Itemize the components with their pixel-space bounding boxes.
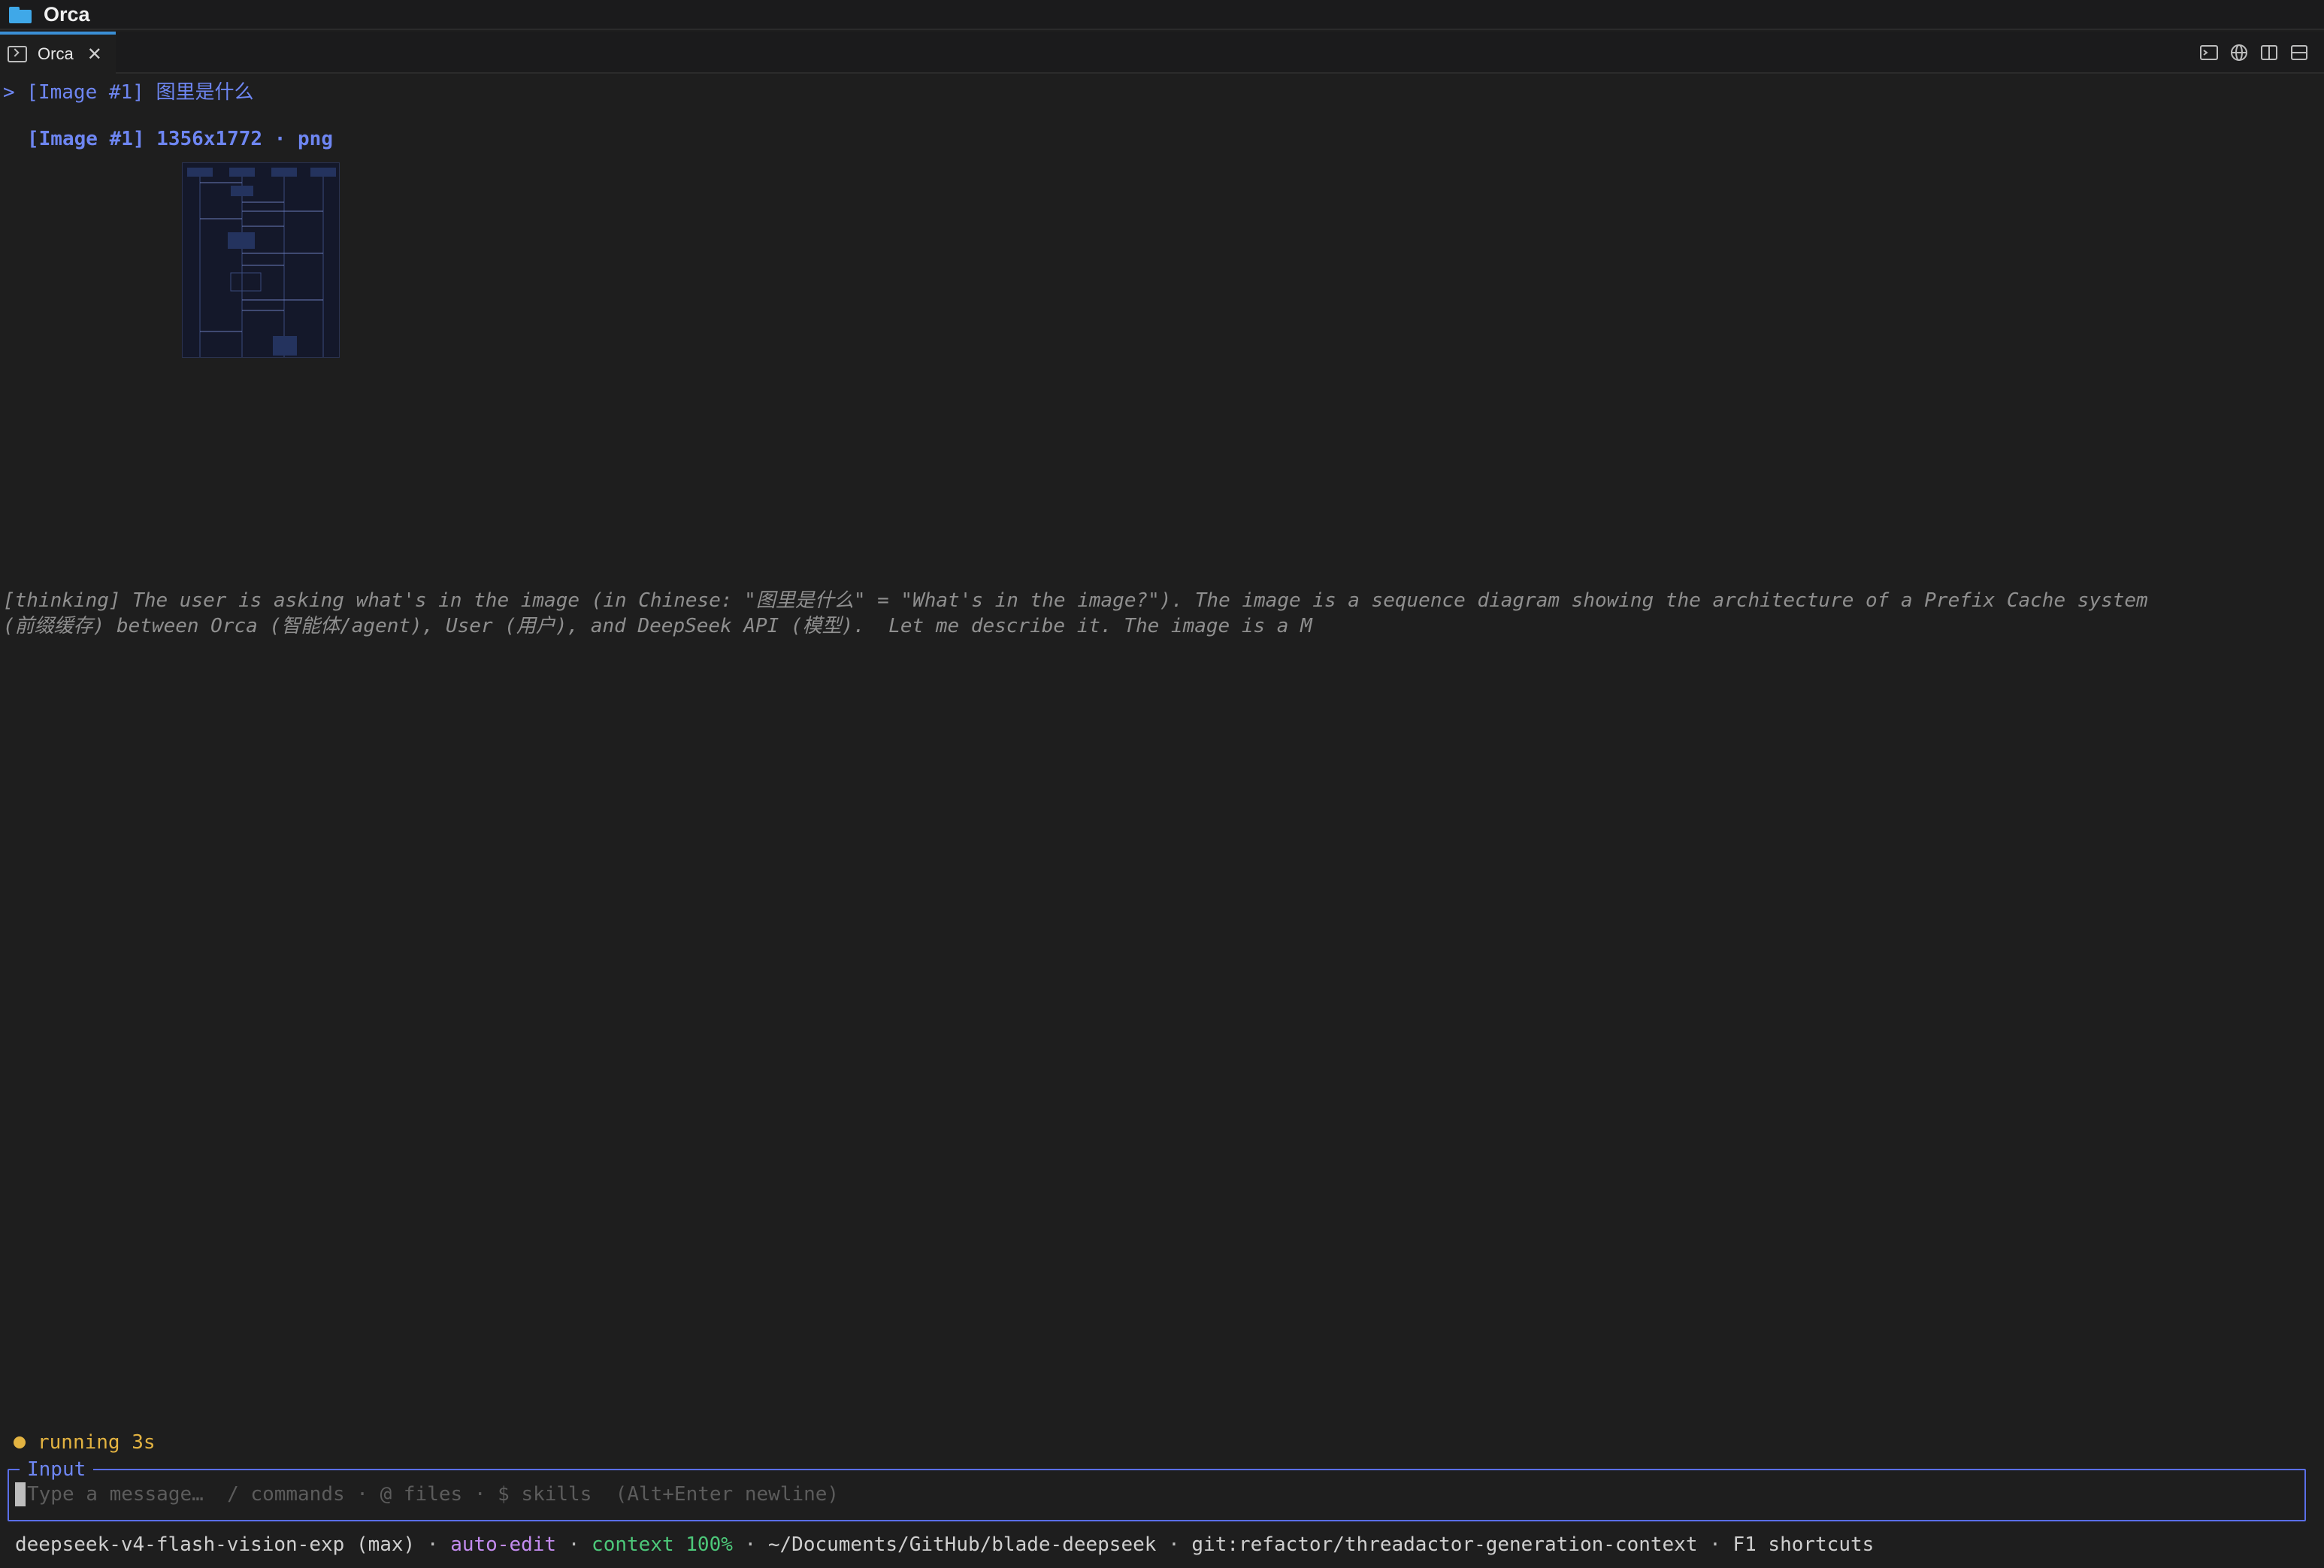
model-name[interactable]: deepseek-v4-flash-vision-exp (max) <box>15 1533 415 1556</box>
folder-icon <box>9 5 32 23</box>
terminal-icon <box>8 46 27 62</box>
status-text: running 3s <box>38 1431 156 1454</box>
run-status: running 3s <box>14 1431 156 1454</box>
separator: · <box>415 1533 451 1556</box>
separator: · <box>556 1533 592 1556</box>
git-branch: git:refactor/threadactor-generation-cont… <box>1191 1533 1698 1556</box>
tab-actions <box>2199 41 2309 65</box>
title-bar: Orca <box>0 0 2324 30</box>
split-vertical-icon[interactable] <box>2259 43 2279 62</box>
tab-label: Orca <box>38 44 74 63</box>
globe-icon[interactable] <box>2229 43 2249 62</box>
window-title: Orca <box>44 2 90 26</box>
edit-mode[interactable]: auto-edit <box>450 1533 556 1556</box>
thinking-output: [thinking] The user is asking what's in … <box>3 589 2148 637</box>
text-cursor <box>15 1482 26 1506</box>
image-reference: [Image #1] 1356x1772 · png <box>27 128 333 150</box>
status-dot-icon <box>14 1436 26 1448</box>
separator: · <box>732 1533 768 1556</box>
working-directory: ~/Documents/GitHub/blade-deepseek <box>767 1533 1157 1556</box>
new-terminal-icon[interactable] <box>2199 43 2219 62</box>
input-legend: Input <box>20 1458 94 1481</box>
separator: · <box>1156 1533 1192 1556</box>
image-thumbnail[interactable] <box>182 162 340 358</box>
close-icon[interactable]: ✕ <box>87 44 102 65</box>
message-input[interactable] <box>14 1481 2298 1508</box>
tab-orca[interactable]: Orca ✕ <box>0 32 116 74</box>
status-line: deepseek-v4-flash-vision-exp (max) · aut… <box>15 1533 1874 1556</box>
context-usage: context 100% <box>592 1533 733 1556</box>
separator: · <box>1697 1533 1733 1556</box>
tab-bar: Orca ✕ <box>0 32 2324 74</box>
shortcuts-hint[interactable]: F1 shortcuts <box>1732 1533 1874 1556</box>
user-prompt: > [Image #1] 图里是什么 <box>3 81 254 104</box>
split-horizontal-icon[interactable] <box>2289 43 2309 62</box>
